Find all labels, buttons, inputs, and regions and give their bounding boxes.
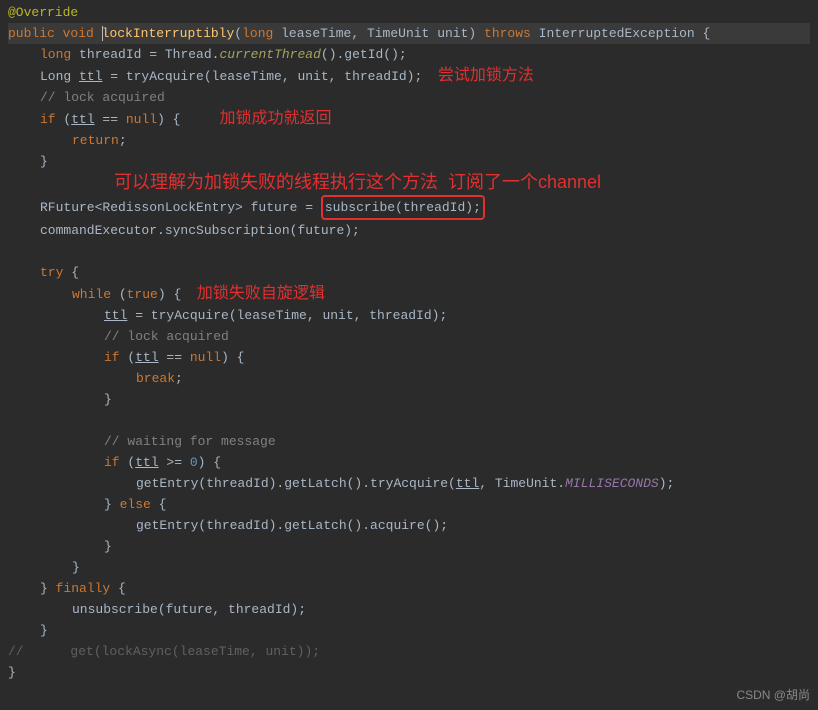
highlight-box: subscribe(threadId);	[321, 195, 485, 220]
code-line: }	[8, 662, 810, 683]
watermark-text: CSDN @胡尚	[736, 685, 810, 706]
code-line: if (ttl == null) { 加锁成功就返回	[8, 108, 810, 130]
code-line: while (true) { 加锁失败自旋逻辑	[8, 283, 810, 305]
code-line: }	[8, 620, 810, 641]
code-line: unsubscribe(future, threadId);	[8, 599, 810, 620]
code-line: break;	[8, 368, 810, 389]
code-line: if (ttl == null) {	[8, 347, 810, 368]
annotation-comment: 尝试加锁方法	[438, 67, 534, 84]
code-line: // get(lockAsync(leaseTime, unit));	[8, 641, 810, 662]
code-line: 可以理解为加锁失败的线程执行这个方法 订阅了一个channel	[8, 172, 810, 195]
blank-line	[8, 241, 810, 262]
code-line: getEntry(threadId).getLatch().tryAcquire…	[8, 473, 810, 494]
code-line: } else {	[8, 494, 810, 515]
code-line: long threadId = Thread.currentThread().g…	[8, 44, 810, 65]
annotation-comment: 加锁成功就返回	[219, 110, 331, 127]
code-line: }	[8, 389, 810, 410]
annotation-token: @Override	[8, 5, 78, 20]
code-line: }	[8, 557, 810, 578]
code-line: }	[8, 151, 810, 172]
code-editor[interactable]: @Override public void lockInterruptibly(…	[0, 0, 818, 685]
code-line: try {	[8, 262, 810, 283]
code-line: public void lockInterruptibly(long lease…	[8, 23, 810, 44]
code-line: } finally {	[8, 578, 810, 599]
code-line: // lock acquired	[8, 87, 810, 108]
code-line: // waiting for message	[8, 431, 810, 452]
code-line: return;	[8, 130, 810, 151]
code-line: if (ttl >= 0) {	[8, 452, 810, 473]
code-line: }	[8, 536, 810, 557]
code-line: // lock acquired	[8, 326, 810, 347]
annotation-comment: 加锁失败自旋逻辑	[197, 285, 325, 302]
code-line: Long ttl = tryAcquire(leaseTime, unit, t…	[8, 65, 810, 87]
blank-line	[8, 410, 810, 431]
code-line: @Override	[8, 2, 810, 23]
annotation-comment: 可以理解为加锁失败的线程执行这个方法 订阅了一个channel	[114, 172, 601, 192]
code-line: ttl = tryAcquire(leaseTime, unit, thread…	[8, 305, 810, 326]
code-line: commandExecutor.syncSubscription(future)…	[8, 220, 810, 241]
code-line: getEntry(threadId).getLatch().acquire();	[8, 515, 810, 536]
code-line: RFuture<RedissonLockEntry> future = subs…	[8, 195, 810, 220]
